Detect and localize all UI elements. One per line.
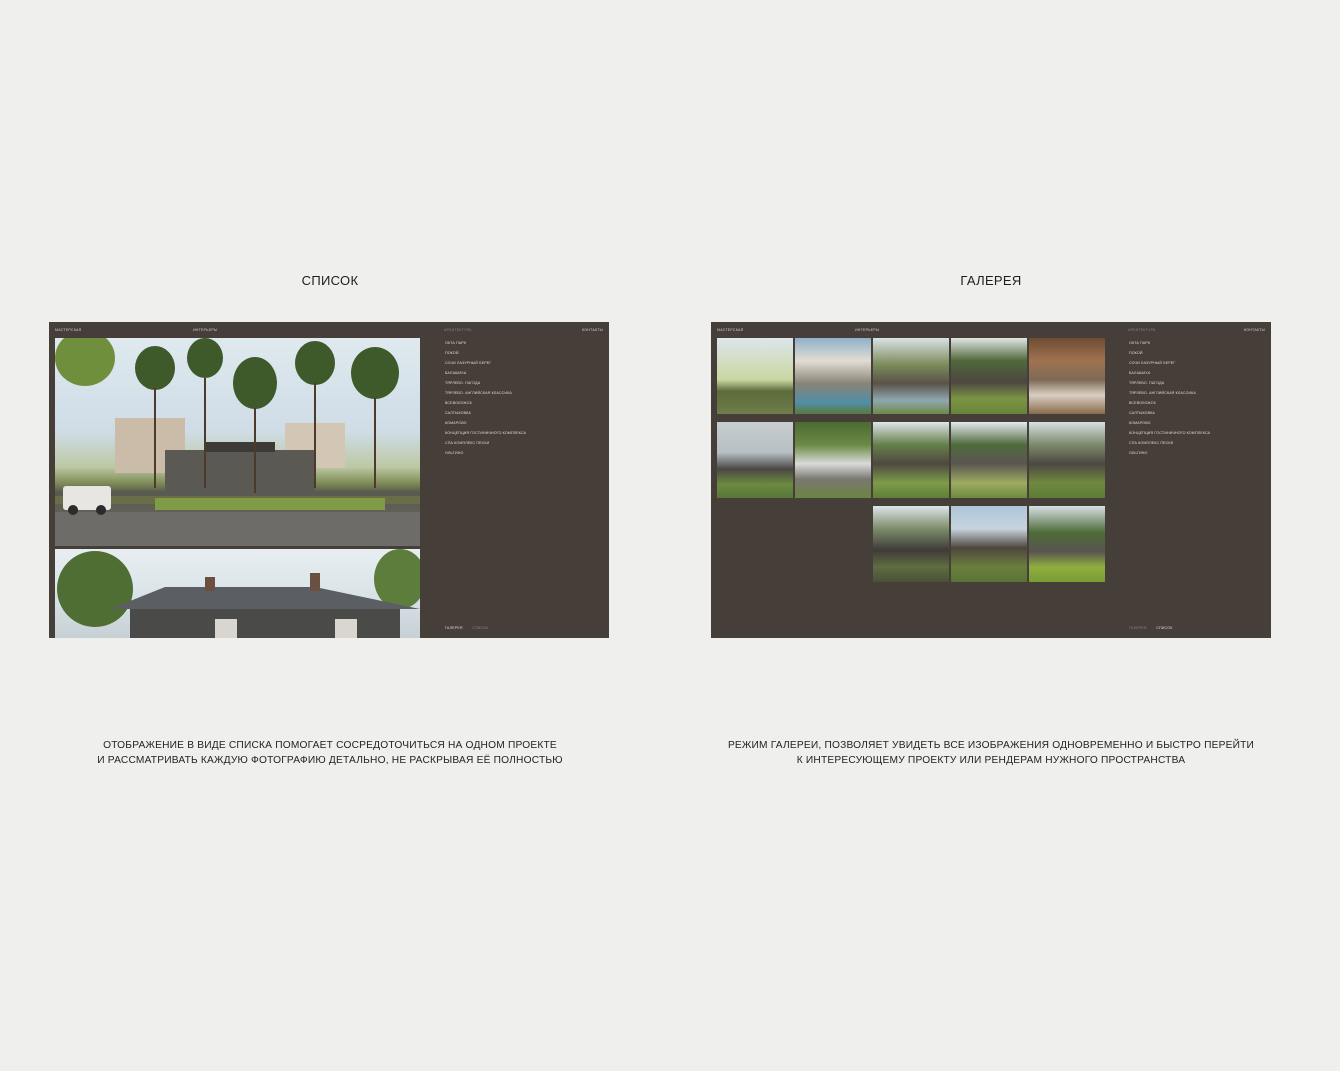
project-link[interactable]: СОЧИ ЛАЗУРНЫЙ БЕРЕГ xyxy=(445,358,526,368)
project-link[interactable]: СПА КОМПЛЕКС ПЕСКИ xyxy=(1129,438,1210,448)
gallery-thumb[interactable] xyxy=(951,422,1027,498)
project-photo-1[interactable] xyxy=(55,338,420,546)
house-roof-image xyxy=(57,549,420,638)
toggle-gallery[interactable]: ГАЛЕРЕЯ xyxy=(1129,626,1147,630)
caption-line: К ИНТЕРЕСУЮЩЕМУ ПРОЕКТУ ИЛИ РЕНДЕРАМ НУЖ… xyxy=(796,755,1186,766)
gallery-thumb[interactable] xyxy=(951,506,1027,582)
project-link[interactable]: ОКТА ПАРК xyxy=(445,338,526,348)
project-link[interactable]: ОЛЬГИНО xyxy=(445,448,526,458)
project-link[interactable]: КОМАРОВО xyxy=(1129,418,1210,428)
gallery-mode-title: ГАЛЕРЕЯ xyxy=(960,273,1022,288)
toggle-list[interactable]: СПИСОК xyxy=(1156,626,1172,630)
list-mode-title: СПИСОК xyxy=(301,273,359,288)
project-menu: ОКТА ПАРК ПОКОЙ СОЧИ ЛАЗУРНЫЙ БЕРЕГ БАЛА… xyxy=(445,338,526,458)
house-render-image xyxy=(55,338,420,546)
gallery-thumb[interactable] xyxy=(1029,422,1105,498)
project-link[interactable]: САЛТЫКОВКА xyxy=(1129,408,1210,418)
gallery-thumb[interactable] xyxy=(873,422,949,498)
caption-line: ОТОБРАЖЕНИЕ В ВИДЕ СПИСКА ПОМОГАЕТ СОСРЕ… xyxy=(103,740,557,751)
nav-studio[interactable]: МАСТЕРСКАЯ xyxy=(717,328,743,332)
gallery-thumb[interactable] xyxy=(873,506,949,582)
project-link[interactable]: ОЛЬГИНО xyxy=(1129,448,1210,458)
nav-studio[interactable]: МАСТЕРСКАЯ xyxy=(55,328,81,332)
project-link[interactable]: БАЛАШИХА xyxy=(1129,368,1210,378)
toggle-gallery[interactable]: ГАЛЕРЕЯ xyxy=(445,626,463,630)
nav-contacts[interactable]: КОНТАКТЫ xyxy=(582,328,603,332)
project-link[interactable]: СПА КОМПЛЕКС ПЕСКИ xyxy=(445,438,526,448)
gallery-thumb[interactable] xyxy=(1029,338,1105,414)
project-link[interactable]: САЛТЫКОВКА xyxy=(445,408,526,418)
gallery-thumb[interactable] xyxy=(795,338,871,414)
nav-interiors[interactable]: ИНТЕРЬЕРЫ xyxy=(193,328,217,332)
nav-architecture[interactable]: АРХИТЕКТУРА xyxy=(1128,328,1156,332)
project-link[interactable]: КОМАРОВО xyxy=(445,418,526,428)
project-photo-2[interactable] xyxy=(55,549,420,638)
gallery-mode-screenshot: МАСТЕРСКАЯ ИНТЕРЬЕРЫ АРХИТЕКТУРА КОНТАКТ… xyxy=(711,322,1271,638)
project-link[interactable]: ТЯРЛЕВО. АНГЛИЙСКАЯ КЛАССИКА xyxy=(445,388,526,398)
view-toggle: ГАЛЕРЕЯ СПИСОК xyxy=(445,616,494,634)
nav-interiors[interactable]: ИНТЕРЬЕРЫ xyxy=(855,328,879,332)
toggle-list[interactable]: СПИСОК xyxy=(472,626,488,630)
gallery-thumb[interactable] xyxy=(795,422,871,498)
project-link[interactable]: СОЧИ ЛАЗУРНЫЙ БЕРЕГ xyxy=(1129,358,1210,368)
project-link[interactable]: ПОКОЙ xyxy=(445,348,526,358)
caption-line: И РАССМАТРИВАТЬ КАЖДУЮ ФОТОГРАФИЮ ДЕТАЛЬ… xyxy=(97,755,563,766)
gallery-thumb[interactable] xyxy=(717,422,793,498)
project-link[interactable]: ВСЕВОЛОЖСК xyxy=(445,398,526,408)
project-link[interactable]: ТЯРЛЕВО. ПАГОДА xyxy=(1129,378,1210,388)
list-mode-screenshot: МАСТЕРСКАЯ ИНТЕРЬЕРЫ АРХИТЕКТУРА КОНТАКТ… xyxy=(49,322,609,638)
project-link[interactable]: ОКТА ПАРК xyxy=(1129,338,1210,348)
project-link[interactable]: ТЯРЛЕВО. АНГЛИЙСКАЯ КЛАССИКА xyxy=(1129,388,1210,398)
nav-contacts[interactable]: КОНТАКТЫ xyxy=(1244,328,1265,332)
caption-line: РЕЖИМ ГАЛЕРЕИ, ПОЗВОЛЯЕТ УВИДЕТЬ ВСЕ ИЗО… xyxy=(727,740,1255,751)
gallery-mode-caption: РЕЖИМ ГАЛЕРЕИ, ПОЗВОЛЯЕТ УВИДЕТЬ ВСЕ ИЗО… xyxy=(711,738,1271,768)
gallery-thumb[interactable] xyxy=(717,338,793,414)
project-link[interactable]: ТЯРЛЕВО. ПАГОДА xyxy=(445,378,526,388)
list-mode-caption: ОТОБРАЖЕНИЕ В ВИДЕ СПИСКА ПОМОГАЕТ СОСРЕ… xyxy=(50,738,610,768)
project-link[interactable]: ВСЕВОЛОЖСК xyxy=(1129,398,1210,408)
project-link[interactable]: БАЛАШИХА xyxy=(445,368,526,378)
view-toggle: ГАЛЕРЕЯ СПИСОК xyxy=(1129,616,1178,634)
gallery-thumb[interactable] xyxy=(1029,506,1105,582)
project-link[interactable]: ПОКОЙ xyxy=(1129,348,1210,358)
project-link[interactable]: КОНЦЕПЦИЯ ГОСТИНИЧНОГО КОМПЛЕКСА xyxy=(1129,428,1210,438)
nav-architecture[interactable]: АРХИТЕКТУРА xyxy=(444,328,472,332)
project-menu: ОКТА ПАРК ПОКОЙ СОЧИ ЛАЗУРНЫЙ БЕРЕГ БАЛА… xyxy=(1129,338,1210,458)
gallery-thumb[interactable] xyxy=(873,338,949,414)
project-link[interactable]: КОНЦЕПЦИЯ ГОСТИНИЧНОГО КОМПЛЕКСА xyxy=(445,428,526,438)
gallery-thumb[interactable] xyxy=(951,338,1027,414)
